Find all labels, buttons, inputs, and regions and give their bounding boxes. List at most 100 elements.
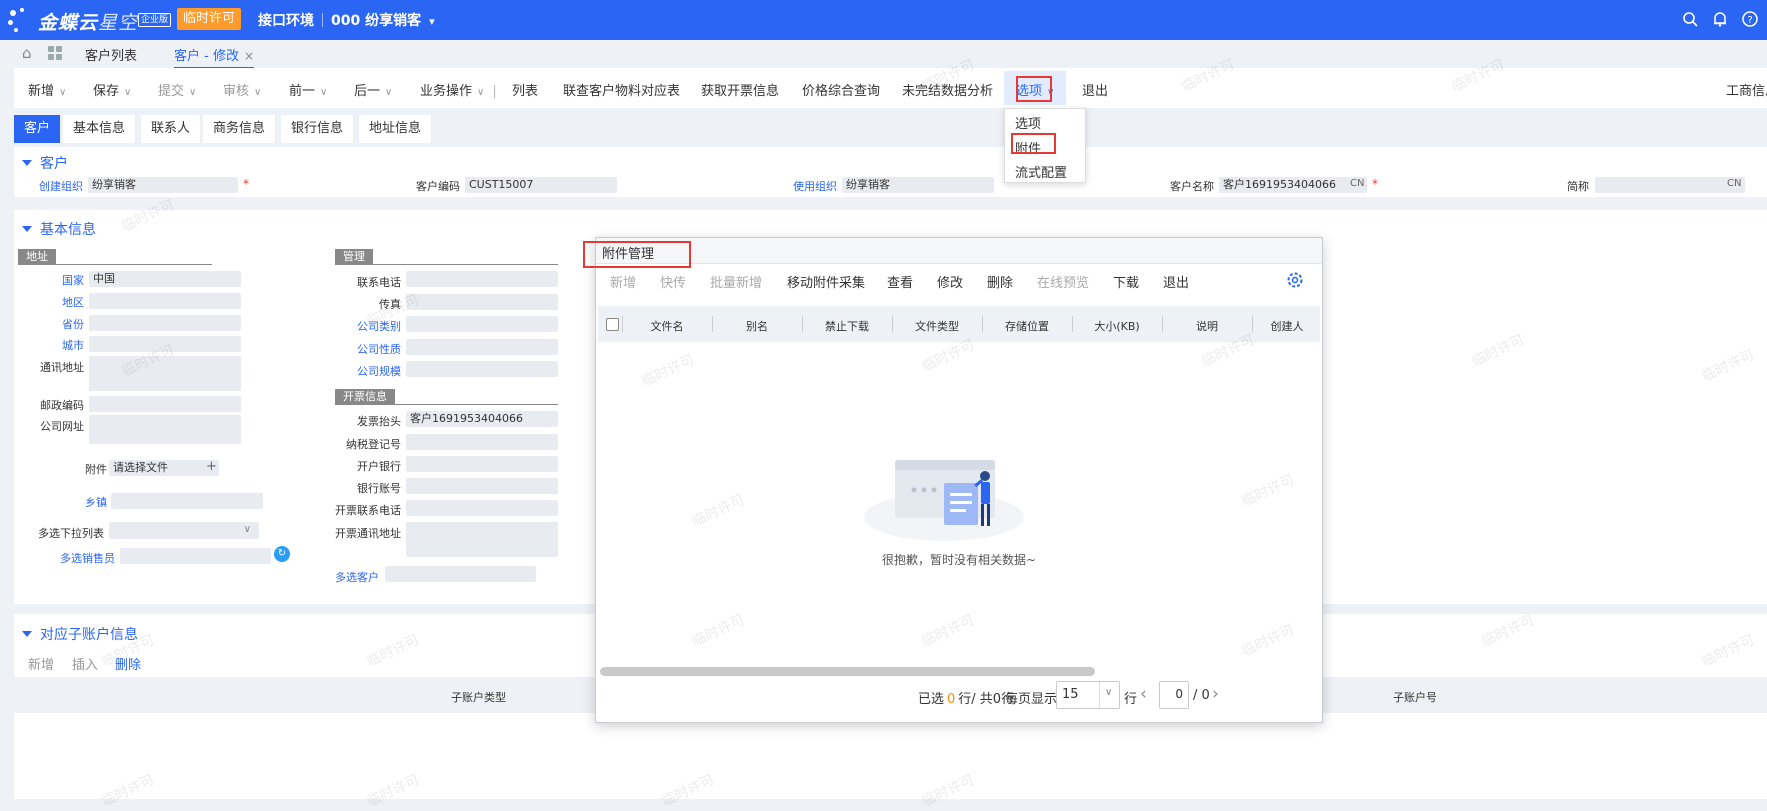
- per-page-select[interactable]: 15 ∨: [1056, 681, 1120, 709]
- use-org-label[interactable]: 使用组织: [793, 178, 837, 194]
- invoice-address-field[interactable]: [406, 522, 558, 557]
- country-field[interactable]: 中国: [89, 271, 241, 287]
- province-field[interactable]: [89, 315, 241, 331]
- sync-icon[interactable]: ↻: [274, 546, 290, 562]
- list-button[interactable]: 列表: [512, 80, 538, 99]
- dialog-titlebar[interactable]: 附件管理 ×: [596, 238, 1322, 264]
- company-nature-field[interactable]: [406, 339, 558, 355]
- column-header[interactable]: 文件类型: [892, 318, 982, 334]
- phone-field[interactable]: [406, 271, 558, 287]
- tab-basic-info[interactable]: 基本信息: [63, 115, 137, 143]
- sub-delete-button[interactable]: 删除: [115, 654, 141, 673]
- unfinished-analysis-button[interactable]: 未完结数据分析: [902, 80, 993, 99]
- company-scale-field[interactable]: [406, 361, 558, 377]
- attach-delete-button[interactable]: 删除: [987, 272, 1013, 291]
- close-icon[interactable]: ×: [602, 243, 1314, 258]
- tab-customer[interactable]: 客户: [14, 115, 62, 143]
- business-ops-button[interactable]: 业务操作 ∨ |: [420, 80, 497, 99]
- tab-contacts[interactable]: 联系人: [141, 115, 202, 143]
- attach-edit-button[interactable]: 修改: [937, 272, 963, 291]
- audit-button[interactable]: 审核 ∨: [223, 80, 261, 99]
- menu-item-flow-config[interactable]: 流式配置: [1015, 162, 1067, 181]
- price-query-button[interactable]: 价格综合查询: [802, 80, 880, 99]
- home-icon[interactable]: ⌂: [22, 44, 32, 62]
- tax-no-field[interactable]: [406, 434, 558, 450]
- website-field[interactable]: [89, 415, 241, 444]
- city-field[interactable]: [89, 336, 241, 352]
- attach-download-button[interactable]: 下载: [1113, 272, 1139, 291]
- lang-badge[interactable]: CN: [1727, 178, 1741, 189]
- customer-name-field[interactable]: 客户1691953404066: [1219, 177, 1367, 193]
- company-type-field[interactable]: [406, 316, 558, 332]
- apps-icon[interactable]: [48, 46, 62, 60]
- column-header[interactable]: 别名: [712, 318, 802, 334]
- multi-sales-field[interactable]: [120, 548, 271, 564]
- short-name-field[interactable]: [1595, 177, 1745, 193]
- country-label[interactable]: 国家: [62, 272, 84, 288]
- column-header[interactable]: 子账户号: [1393, 689, 1437, 705]
- prev-page-icon[interactable]: ‹: [1140, 684, 1147, 704]
- region-field[interactable]: [89, 293, 241, 309]
- exit-button[interactable]: 退出: [1082, 80, 1108, 99]
- next-page-icon[interactable]: ›: [1212, 684, 1219, 704]
- zip-code-field[interactable]: [89, 396, 241, 412]
- customer-section-title[interactable]: 客户: [22, 153, 68, 173]
- menu-item-options[interactable]: 选项: [1015, 113, 1041, 132]
- save-button[interactable]: 保存 ∨: [93, 80, 131, 99]
- attach-new-button[interactable]: 新增: [610, 272, 636, 291]
- help-icon[interactable]: ?: [1741, 11, 1759, 29]
- invoice-phone-field[interactable]: [406, 500, 558, 516]
- attach-view-button[interactable]: 查看: [887, 272, 913, 291]
- multi-sales-label[interactable]: 多选销售员: [60, 550, 115, 566]
- business-info-button[interactable]: 工商信息: [1726, 80, 1767, 99]
- get-invoice-info-button[interactable]: 获取开票信息: [701, 80, 779, 99]
- select-all-checkbox[interactable]: [606, 318, 619, 331]
- new-button[interactable]: 新增 ∨: [28, 80, 66, 99]
- province-label[interactable]: 省份: [62, 316, 84, 332]
- invoice-title-field[interactable]: 客户1691953404066: [406, 411, 558, 427]
- add-file-icon[interactable]: +: [206, 459, 217, 474]
- column-header[interactable]: 大小(KB): [1072, 318, 1162, 334]
- company-type-label[interactable]: 公司类别: [357, 318, 401, 334]
- tab-business-info[interactable]: 商务信息: [203, 115, 277, 143]
- column-header[interactable]: 创建人: [1252, 318, 1322, 334]
- fax-field[interactable]: [406, 294, 558, 310]
- multi-customer-field[interactable]: [385, 566, 536, 582]
- column-header[interactable]: 说明: [1162, 318, 1252, 334]
- multi-customer-label[interactable]: 多选客户: [335, 569, 379, 585]
- multi-dropdown-field[interactable]: ∨: [109, 522, 259, 539]
- attach-batch-new-button[interactable]: 批量新增: [710, 272, 762, 291]
- tab-customer-list[interactable]: 客户列表: [85, 45, 137, 64]
- submit-button[interactable]: 提交 ∨: [158, 80, 196, 99]
- next-button[interactable]: 后一 ∨: [354, 80, 392, 99]
- attach-preview-button[interactable]: 在线预览: [1037, 272, 1089, 291]
- sub-new-button[interactable]: 新增: [28, 654, 54, 673]
- settings-gear-icon[interactable]: [1286, 271, 1304, 289]
- attachment-field[interactable]: 请选择文件: [109, 460, 219, 476]
- city-label[interactable]: 城市: [62, 337, 84, 353]
- company-scale-label[interactable]: 公司规模: [357, 363, 401, 379]
- column-header[interactable]: 存储位置: [982, 318, 1072, 334]
- horizontal-scrollbar[interactable]: [600, 667, 1095, 676]
- column-header[interactable]: 禁止下载: [802, 318, 892, 334]
- page-number-input[interactable]: 0: [1159, 681, 1189, 709]
- column-header[interactable]: 子账户类型: [451, 689, 506, 705]
- lang-badge[interactable]: CN: [1350, 178, 1364, 189]
- mail-address-field[interactable]: [89, 356, 241, 391]
- attach-exit-button[interactable]: 退出: [1163, 272, 1189, 291]
- sub-account-section-title[interactable]: 对应子账户信息: [22, 624, 138, 644]
- environment-switcher[interactable]: 接口环境 000 纷享销客 ▾: [258, 10, 435, 30]
- tab-address-info[interactable]: 地址信息: [359, 115, 433, 143]
- attach-quick-upload-button[interactable]: 快传: [660, 272, 686, 291]
- tab-customer-edit[interactable]: 客户 - 修改 ×: [174, 45, 255, 69]
- attach-mobile-collect-button[interactable]: 移动附件采集: [787, 272, 865, 291]
- create-org-label[interactable]: 创建组织: [39, 178, 83, 194]
- town-field[interactable]: [111, 493, 263, 509]
- create-org-field[interactable]: 纷享销客: [88, 177, 238, 193]
- previous-button[interactable]: 前一 ∨: [289, 80, 327, 99]
- customer-code-field[interactable]: CUST15007: [465, 177, 617, 193]
- basic-info-section-title[interactable]: 基本信息: [22, 219, 96, 239]
- bank-field[interactable]: [406, 456, 558, 472]
- use-org-field[interactable]: 纷享销客: [842, 177, 994, 193]
- search-icon[interactable]: [1681, 11, 1699, 29]
